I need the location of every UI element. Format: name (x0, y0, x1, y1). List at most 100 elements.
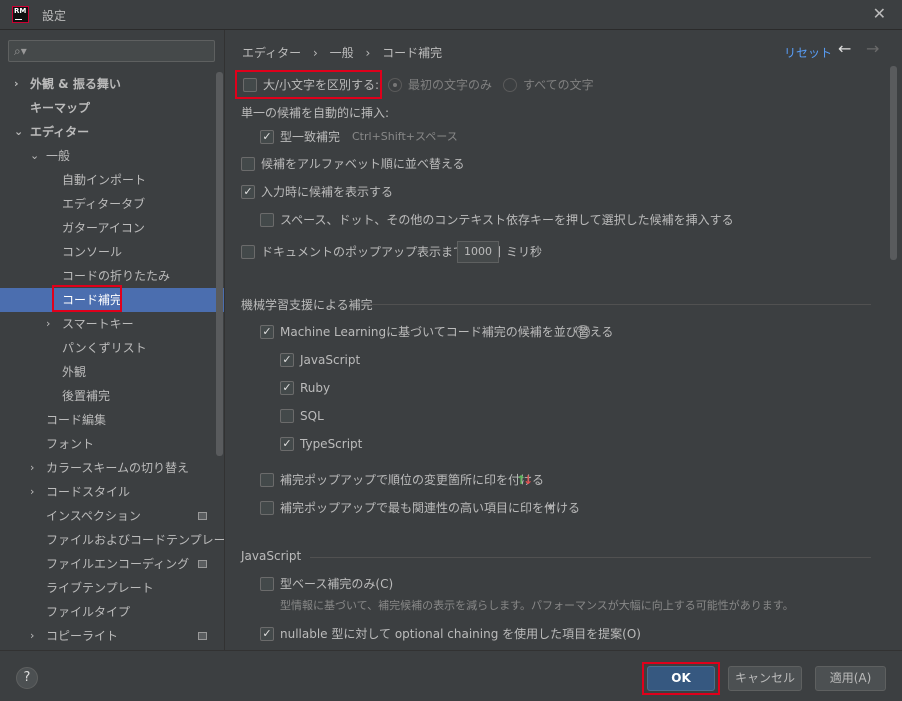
tree-item-appearance-sub[interactable]: 外観 (0, 360, 224, 384)
sort-alpha-checkbox[interactable] (241, 157, 255, 171)
search-input[interactable] (35, 43, 211, 59)
insert-on-space-label: スペース、ドット、その他のコンテキスト依存キーを押して選択した候補を挿入する (280, 213, 734, 227)
mark-relevant-checkbox[interactable] (260, 501, 274, 515)
tree-item-label: 一般 (46, 149, 71, 163)
doc-popup-unit-label: ミリ秒 (506, 245, 543, 259)
section-divider (368, 304, 871, 305)
mark-position-row: 補完ポップアップで順位の変更箇所に印を付ける ↑ ↓ (260, 470, 760, 490)
cancel-button[interactable]: キャンセル (728, 666, 802, 691)
help-icon[interactable]: ? (576, 325, 590, 339)
settings-sidebar: ⌕▾ › 外観 & 振る舞い キーマップ ⌄ エディター ⌄ 一般 自動インポー… (0, 30, 225, 650)
tree-item-label: コード補完 (62, 293, 123, 307)
tree-item-label: コードの折りたたみ (62, 269, 171, 283)
js-section-title: JavaScript (241, 549, 302, 563)
close-icon[interactable]: ✕ (873, 4, 886, 23)
chevron-right-icon: › (14, 77, 19, 90)
tree-item-label: フォント (46, 437, 95, 451)
breadcrumb-item: エディター (242, 46, 302, 60)
tree-item-postfix-completion[interactable]: 後置補完 (0, 384, 224, 408)
all-letters-radio[interactable] (503, 78, 517, 92)
tree-item-label: コード編集 (46, 413, 107, 427)
ml-sql-row: SQL (280, 406, 480, 426)
mark-relevant-label: 補完ポップアップで最も関連性の高い項目に印を付ける (280, 501, 581, 515)
ml-js-row: JavaScript (280, 350, 480, 370)
ml-ts-checkbox[interactable] (280, 437, 294, 451)
tree-item-appearance[interactable]: › 外観 & 振る舞い (0, 72, 224, 96)
tree-item-general[interactable]: ⌄ 一般 (0, 144, 224, 168)
tree-item-file-encoding[interactable]: ファイルエンコーディング (0, 552, 224, 576)
insert-on-space-row: スペース、ドット、その他のコンテキスト依存キーを押して選択した候補を挿入する (260, 210, 860, 230)
optional-chaining-row: nullable 型に対して optional chaining を使用した項目… (260, 624, 860, 644)
tree-item-font[interactable]: フォント (0, 432, 224, 456)
title-bar: RM 設定 ✕ (0, 0, 902, 30)
help-button[interactable]: ? (16, 667, 38, 689)
basic-completion-row: 型一致補完 Ctrl+Shift+スペース (260, 127, 660, 147)
doc-popup-delay-input[interactable]: 1000 (457, 241, 499, 263)
tree-item-smart-keys[interactable]: › スマートキー (0, 312, 224, 336)
basic-completion-label: 型一致補完 (280, 130, 341, 144)
content-scrollbar[interactable] (890, 66, 897, 260)
tree-item-label: コンソール (62, 245, 123, 259)
project-scope-icon (198, 632, 207, 640)
ml-ruby-label: Ruby (300, 381, 331, 395)
search-field[interactable]: ⌕▾ (8, 40, 215, 62)
mark-position-checkbox[interactable] (260, 473, 274, 487)
tree-item-label: ガターアイコン (62, 221, 145, 235)
ml-sort-checkbox[interactable] (260, 325, 274, 339)
tree-item-breadcrumbs[interactable]: パンくずリスト (0, 336, 224, 360)
ml-ruby-row: Ruby (280, 378, 480, 398)
reset-link[interactable]: リセット (784, 44, 832, 61)
first-letter-label: 最初の文字のみ (408, 78, 493, 92)
shortcut-hint: Ctrl+Shift+スペース (352, 130, 458, 143)
project-scope-icon (198, 560, 207, 568)
breadcrumb-separator: › (365, 46, 371, 60)
chevron-right-icon: › (30, 485, 35, 498)
tree-item-inspections[interactable]: インスペクション (0, 504, 224, 528)
ml-ts-row: TypeScript (280, 434, 480, 454)
tree-item-gutter-icons[interactable]: ガターアイコン (0, 216, 224, 240)
ml-js-checkbox[interactable] (280, 353, 294, 367)
tree-item-color-scheme[interactable]: › カラースキームの切り替え (0, 456, 224, 480)
tree-item-file-types[interactable]: ファイルタイプ (0, 600, 224, 624)
forward-arrow-icon: → (866, 39, 880, 58)
ok-button[interactable]: OK (647, 666, 715, 691)
tree-item-keymap[interactable]: キーマップ (0, 96, 224, 120)
tree-item-editor[interactable]: ⌄ エディター (0, 120, 224, 144)
tree-item-console[interactable]: コンソール (0, 240, 224, 264)
type-based-checkbox[interactable] (260, 577, 274, 591)
star-icon: ★ (546, 502, 555, 513)
tree-item-label: コピーライト (46, 629, 119, 643)
case-sensitive-checkbox[interactable] (243, 78, 257, 92)
sidebar-scrollbar[interactable] (216, 72, 223, 456)
tree-item-editor-tabs[interactable]: エディタータブ (0, 192, 224, 216)
apply-button[interactable]: 適用(A) (815, 666, 886, 691)
ml-ruby-checkbox[interactable] (280, 381, 294, 395)
ml-ts-label: TypeScript (300, 437, 363, 451)
tree-item-code-style[interactable]: › コードスタイル (0, 480, 224, 504)
ml-sql-checkbox[interactable] (280, 409, 294, 423)
show-on-typing-label: 入力時に候補を表示する (261, 185, 394, 199)
tree-item-code-folding[interactable]: コードの折りたたみ (0, 264, 224, 288)
tree-item-auto-import[interactable]: 自動インポート (0, 168, 224, 192)
tree-item-code-completion[interactable]: コード補完 (0, 288, 224, 312)
project-scope-icon (198, 512, 207, 520)
optional-chaining-checkbox[interactable] (260, 627, 274, 641)
insert-on-space-checkbox[interactable] (260, 213, 274, 227)
breadcrumb-separator: › (313, 46, 318, 60)
tree-item-live-templates[interactable]: ライブテンプレート (0, 576, 224, 600)
first-letter-radio[interactable] (388, 78, 402, 92)
show-on-typing-checkbox[interactable] (241, 185, 255, 199)
basic-completion-checkbox[interactable] (260, 130, 274, 144)
tree-item-file-templates[interactable]: ファイルおよびコードテンプレート (0, 528, 224, 552)
settings-tree: › 外観 & 振る舞い キーマップ ⌄ エディター ⌄ 一般 自動インポート エ… (0, 72, 224, 648)
tree-item-copyright[interactable]: › コピーライト (0, 624, 224, 648)
doc-popup-checkbox[interactable] (241, 245, 255, 259)
breadcrumb-item: コード補完 (382, 46, 443, 60)
show-on-typing-row: 入力時に候補を表示する (241, 182, 641, 202)
tree-item-code-editing[interactable]: コード編集 (0, 408, 224, 432)
back-arrow-icon[interactable]: ← (838, 39, 851, 58)
breadcrumb: エディター › 一般 › コード補完 (242, 44, 450, 61)
settings-content: エディター › 一般 › コード補完 リセット ← → 大/小文字を区別する: … (226, 30, 902, 650)
tree-item-label: ファイルエンコーディング (46, 557, 190, 571)
doc-popup-row: ドキュメントのポップアップ表示までの時間 1000 ミリ秒 (241, 241, 641, 263)
